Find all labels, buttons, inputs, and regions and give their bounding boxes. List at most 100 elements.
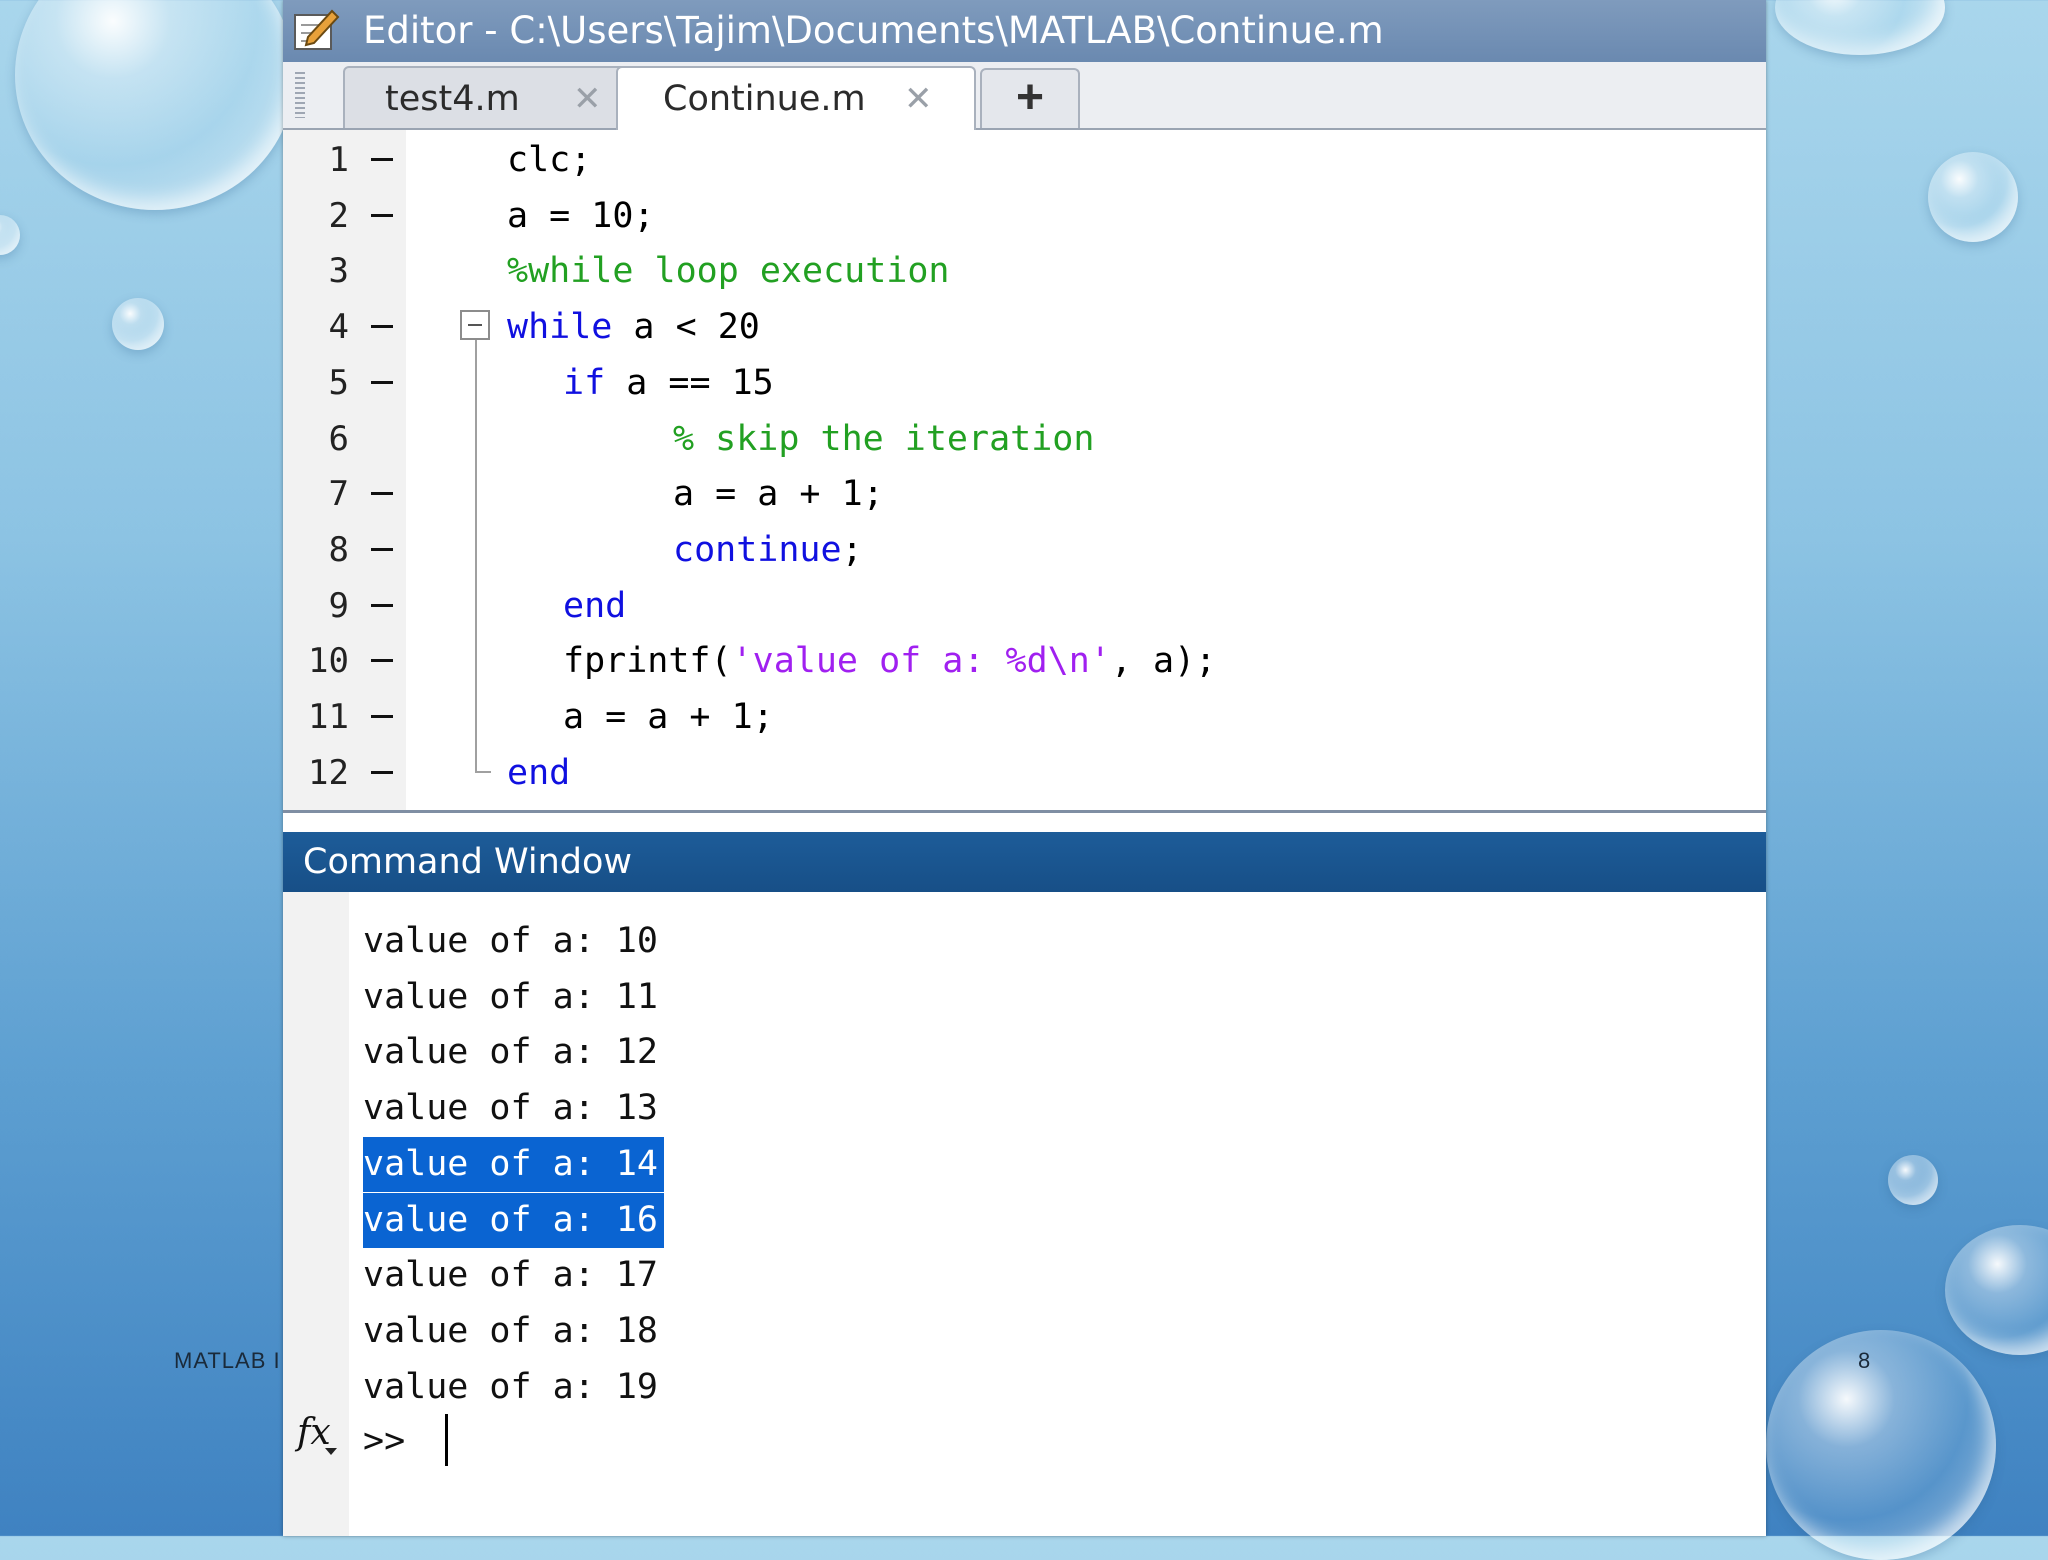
- breakpoint-marker[interactable]: [371, 603, 393, 607]
- close-icon[interactable]: ✕: [573, 68, 602, 130]
- chevron-down-icon[interactable]: [325, 1448, 337, 1455]
- output-line: value of a: 18: [363, 1310, 659, 1351]
- slide-footer-title: MATLAB I: [174, 1348, 281, 1373]
- slide-page-number: 8: [1858, 1348, 1872, 1373]
- line-number: 7: [328, 474, 349, 515]
- code-keyword: continue: [673, 529, 842, 570]
- decorative-bubble: [0, 215, 20, 255]
- text-cursor: [445, 1414, 448, 1466]
- line-number: 1: [328, 140, 349, 180]
- code-token: clc;: [507, 140, 592, 180]
- code-text: clc;: [507, 132, 591, 188]
- code-text: continue;: [673, 522, 863, 578]
- decorative-bubble: [1775, 0, 1945, 55]
- code-text: end: [563, 578, 626, 634]
- code-line[interactable]: 3 %while loop execution: [283, 243, 1766, 299]
- code-line[interactable]: 12 end: [283, 745, 1766, 801]
- code-text: if a == 15: [563, 355, 774, 411]
- output-line: value of a: 13: [363, 1088, 659, 1129]
- code-text: end: [507, 745, 570, 801]
- code-comment: %while loop execution: [507, 251, 950, 292]
- code-token: a = a + 1;: [673, 474, 884, 515]
- decorative-bubble: [112, 298, 164, 350]
- code-keyword: while: [507, 307, 613, 348]
- tab-label: test4.m: [385, 79, 520, 119]
- line-number: 10: [308, 641, 349, 682]
- add-tab-button[interactable]: +: [980, 68, 1080, 128]
- code-line[interactable]: 9 end: [283, 578, 1766, 634]
- breakpoint-marker[interactable]: [371, 547, 393, 551]
- code-token: a = a + 1;: [563, 697, 774, 737]
- line-number: 3: [328, 251, 349, 292]
- output-line: value of a: 17: [363, 1255, 659, 1296]
- line-number: 8: [328, 529, 349, 570]
- tab-label: Continue.m: [663, 79, 866, 119]
- line-number: 4: [328, 307, 349, 348]
- matlab-window: Editor - C:\Users\Tajim\Documents\MATLAB…: [283, 0, 1766, 1536]
- close-icon[interactable]: ✕: [904, 68, 933, 130]
- breakpoint-marker[interactable]: [371, 770, 393, 774]
- command-window-titlebar: Command Window: [283, 832, 1766, 892]
- grip-handle-icon[interactable]: [295, 72, 305, 118]
- code-comment: % skip the iteration: [673, 418, 1095, 459]
- function-browser-icon[interactable]: fx: [297, 1412, 331, 1453]
- code-line[interactable]: 1 clc;: [283, 132, 1766, 188]
- breakpoint-marker[interactable]: [371, 213, 393, 217]
- code-token: a == 15: [605, 362, 774, 403]
- output-line: value of a: 16: [363, 1192, 665, 1248]
- breakpoint-marker[interactable]: [371, 158, 393, 161]
- breakpoint-marker[interactable]: [371, 325, 393, 329]
- line-number: 12: [308, 752, 349, 793]
- command-window[interactable]: value of a: 10 value of a: 11 value of a: …: [283, 892, 1766, 1536]
- code-line[interactable]: 5 if a == 15: [283, 355, 1766, 411]
- code-line[interactable]: 10 fprintf('value of a: %d\n', a);: [283, 633, 1766, 689]
- breakpoint-marker[interactable]: [371, 659, 393, 663]
- code-token: ;: [841, 529, 863, 570]
- line-number: 2: [328, 195, 349, 236]
- code-line[interactable]: 11 a = a + 1;: [283, 689, 1766, 745]
- code-text: a = a + 1;: [673, 466, 884, 522]
- line-number: 11: [308, 697, 349, 737]
- code-line[interactable]: 8 continue;: [283, 522, 1766, 578]
- breakpoint-marker[interactable]: [371, 492, 393, 496]
- code-line[interactable]: 7 a = a + 1;: [283, 466, 1766, 522]
- decorative-bubble: [1766, 1330, 1996, 1560]
- output-line: value of a: 12: [363, 1032, 659, 1073]
- decorative-bubble: [1928, 152, 2018, 242]
- code-keyword: if: [563, 362, 606, 403]
- code-text: %while loop execution: [507, 243, 950, 299]
- code-token: fprintf(: [563, 641, 732, 682]
- code-keyword: end: [563, 585, 627, 626]
- command-window-title: Command Window: [303, 842, 633, 882]
- line-number: 9: [328, 585, 349, 626]
- decorative-bubble: [1945, 1225, 2048, 1355]
- line-number: 5: [328, 362, 349, 403]
- breakpoint-marker[interactable]: [371, 380, 393, 384]
- decorative-bubble: [15, 0, 295, 210]
- line-number: 6: [328, 418, 349, 459]
- code-line[interactable]: 6 % skip the iteration: [283, 411, 1766, 467]
- code-keyword: end: [507, 752, 571, 793]
- code-text: fprintf('value of a: %d\n', a);: [563, 633, 1216, 689]
- code-string: 'value of a: %d\n': [731, 641, 1111, 682]
- output-line: value of a: 14: [363, 1136, 665, 1192]
- pencil-icon: [294, 9, 340, 50]
- code-text: % skip the iteration: [673, 411, 1094, 467]
- output-line: value of a: 10: [363, 921, 659, 961]
- output-line: value of a: 11: [363, 976, 659, 1017]
- command-prompt: >>: [363, 1421, 406, 1461]
- code-line[interactable]: 2 a = 10;: [283, 188, 1766, 244]
- code-text: a = 10;: [507, 188, 655, 244]
- code-line[interactable]: 4 while a < 20: [283, 299, 1766, 355]
- decorative-bubble: [1888, 1155, 1938, 1205]
- code-token: , a);: [1110, 641, 1217, 682]
- breakpoint-marker[interactable]: [371, 715, 393, 718]
- code-text: a = a + 1;: [563, 689, 774, 745]
- editor-title: Editor - C:\Users\Tajim\Documents\MATLAB…: [363, 9, 1384, 52]
- code-token: a = 10;: [507, 195, 655, 236]
- editor-titlebar: Editor - C:\Users\Tajim\Documents\MATLAB…: [283, 0, 1766, 62]
- tab-continue[interactable]: Continue.m ✕: [616, 66, 976, 132]
- output-line: value of a: 19: [363, 1366, 659, 1407]
- code-token: a < 20: [612, 307, 760, 348]
- code-text: while a < 20: [507, 299, 760, 355]
